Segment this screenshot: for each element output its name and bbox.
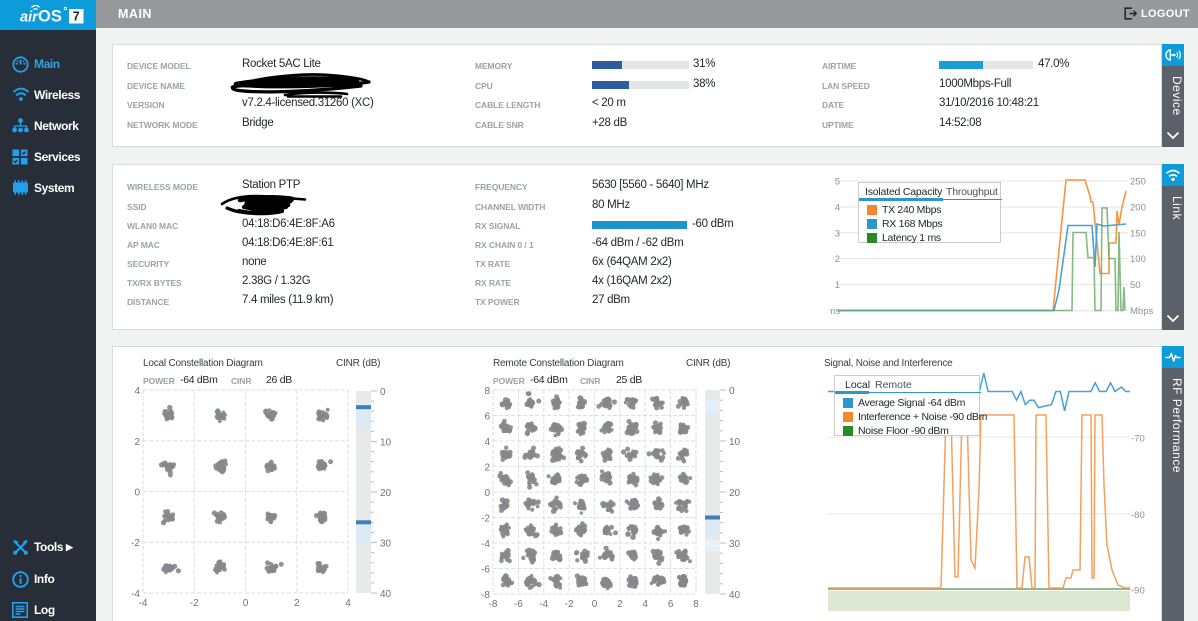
svg-text:20: 20 (729, 488, 741, 499)
svg-text:-4: -4 (481, 539, 490, 550)
svg-text:4: 4 (134, 386, 140, 397)
svg-text:8: 8 (693, 599, 699, 610)
svg-text:2: 2 (617, 599, 623, 610)
svg-text:0: 0 (243, 598, 249, 609)
svg-text:7: 7 (73, 10, 80, 24)
svg-text:6: 6 (484, 412, 490, 423)
svg-text:5: 5 (835, 177, 840, 188)
svg-text:4: 4 (835, 203, 840, 214)
svg-text:2: 2 (835, 254, 840, 265)
svg-text:40: 40 (380, 589, 392, 600)
svg-text:8: 8 (484, 386, 490, 397)
svg-text:10: 10 (380, 438, 392, 449)
svg-text:3: 3 (835, 228, 840, 239)
svg-text:-4: -4 (539, 599, 548, 610)
svg-text:50: 50 (1130, 280, 1141, 291)
svg-text:Mbps: Mbps (1130, 306, 1153, 317)
svg-text:0: 0 (134, 488, 140, 499)
svg-text:4: 4 (642, 599, 648, 610)
svg-text:200: 200 (1130, 203, 1146, 214)
svg-text:0: 0 (380, 387, 386, 398)
svg-text:2: 2 (134, 437, 140, 448)
svg-text:-80: -80 (1131, 510, 1145, 521)
svg-text:0: 0 (729, 386, 735, 397)
svg-text:-70: -70 (1131, 433, 1145, 444)
svg-text:150: 150 (1130, 228, 1146, 239)
svg-text:OS: OS (38, 8, 62, 26)
svg-text:250: 250 (1130, 177, 1146, 188)
svg-text:-90: -90 (1131, 585, 1145, 596)
svg-text:30: 30 (380, 539, 392, 550)
svg-text:-2: -2 (481, 514, 490, 525)
svg-text:30: 30 (729, 539, 741, 550)
svg-text:-8: -8 (481, 590, 490, 601)
svg-text:4: 4 (484, 437, 490, 448)
svg-text:4: 4 (345, 598, 351, 609)
svg-text:100: 100 (1130, 254, 1146, 265)
svg-text:10: 10 (729, 437, 741, 448)
svg-text:-2: -2 (131, 538, 140, 549)
svg-text:40: 40 (729, 590, 741, 601)
svg-text:0: 0 (484, 488, 490, 499)
svg-text:20: 20 (380, 488, 392, 499)
svg-text:ms: ms (830, 306, 840, 317)
svg-text:6: 6 (668, 599, 674, 610)
svg-text:air: air (20, 10, 39, 26)
svg-text:-6: -6 (514, 599, 523, 610)
svg-text:0: 0 (592, 599, 598, 610)
svg-text:1: 1 (835, 280, 840, 291)
svg-text:-2: -2 (565, 599, 574, 610)
svg-text:2: 2 (294, 598, 300, 609)
svg-text:-6: -6 (481, 565, 490, 576)
svg-text:2: 2 (484, 463, 490, 474)
svg-text:-2: -2 (190, 598, 199, 609)
svg-text:-4: -4 (131, 589, 140, 600)
